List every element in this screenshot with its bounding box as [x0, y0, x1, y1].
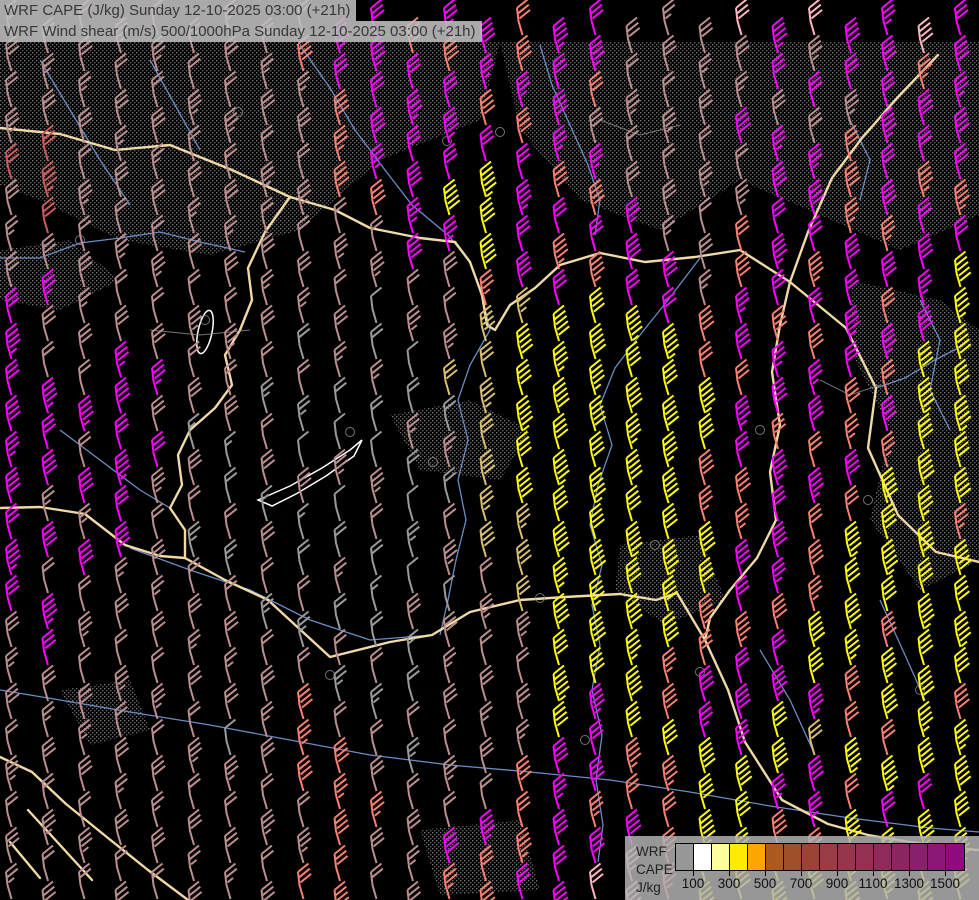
title-line-1: WRF CAPE (J/kg) Sunday 12-10-2025 03:00 … — [0, 0, 356, 21]
legend-cell-13 — [910, 844, 928, 870]
legend-cell-0 — [676, 844, 694, 870]
legend-colorbar — [675, 843, 965, 871]
legend-tick — [729, 869, 730, 876]
legend-label-cape: CAPE — [636, 862, 673, 877]
legend-cell-11 — [874, 844, 892, 870]
legend-cell-6 — [784, 844, 802, 870]
legend-tick-label: 300 — [709, 876, 749, 891]
legend-cell-3 — [730, 844, 748, 870]
legend-cell-14 — [928, 844, 946, 870]
legend-tick — [909, 869, 910, 876]
legend-cell-8 — [820, 844, 838, 870]
legend-tick — [693, 869, 694, 876]
legend-cell-2 — [712, 844, 730, 870]
legend-cell-4 — [748, 844, 766, 870]
legend-tick — [801, 869, 802, 876]
legend-cell-12 — [892, 844, 910, 870]
legend-tick-label: 100 — [673, 876, 713, 891]
legend-tick-label: 900 — [817, 876, 857, 891]
cape-legend: WRF CAPE J/kg 10030050070090011001300150… — [625, 836, 979, 900]
legend-tick — [873, 869, 874, 876]
legend-cell-5 — [766, 844, 784, 870]
legend-tick-label: 1500 — [925, 876, 965, 891]
title-block: WRF CAPE (J/kg) Sunday 12-10-2025 03:00 … — [0, 0, 482, 42]
weather-map-screen: WRF CAPE (J/kg) Sunday 12-10-2025 03:00 … — [0, 0, 979, 900]
legend-tick-label: 1100 — [853, 876, 893, 891]
legend-cell-1 — [694, 844, 712, 870]
legend-label-unit: J/kg — [636, 880, 661, 895]
legend-tick-label: 1300 — [889, 876, 929, 891]
legend-tick — [945, 869, 946, 876]
legend-tick-label: 700 — [781, 876, 821, 891]
legend-cell-15 — [946, 844, 964, 870]
legend-tick — [765, 869, 766, 876]
legend-label-wrf: WRF — [636, 844, 667, 859]
legend-cell-9 — [838, 844, 856, 870]
legend-cell-10 — [856, 844, 874, 870]
map-canvas — [0, 0, 979, 900]
title-line-2: WRF Wind shear (m/s) 500/1000hPa Sunday … — [0, 21, 482, 42]
legend-tick-label: 500 — [745, 876, 785, 891]
legend-cell-7 — [802, 844, 820, 870]
legend-tick — [837, 869, 838, 876]
